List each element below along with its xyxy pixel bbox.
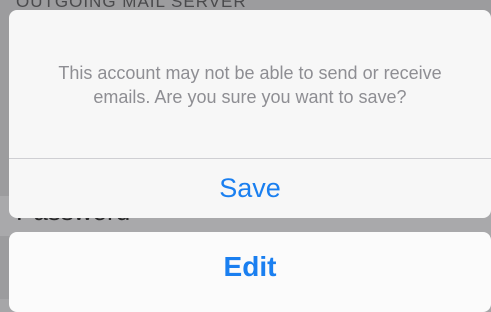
edit-button[interactable]: Edit: [9, 232, 491, 302]
action-sheet: This account may not be able to send or …: [9, 10, 491, 218]
alert-message: This account may not be able to send or …: [58, 63, 442, 107]
alert-message-container: This account may not be able to send or …: [9, 10, 491, 150]
edit-action-group: Edit: [9, 232, 491, 312]
save-button[interactable]: Save: [9, 159, 491, 218]
